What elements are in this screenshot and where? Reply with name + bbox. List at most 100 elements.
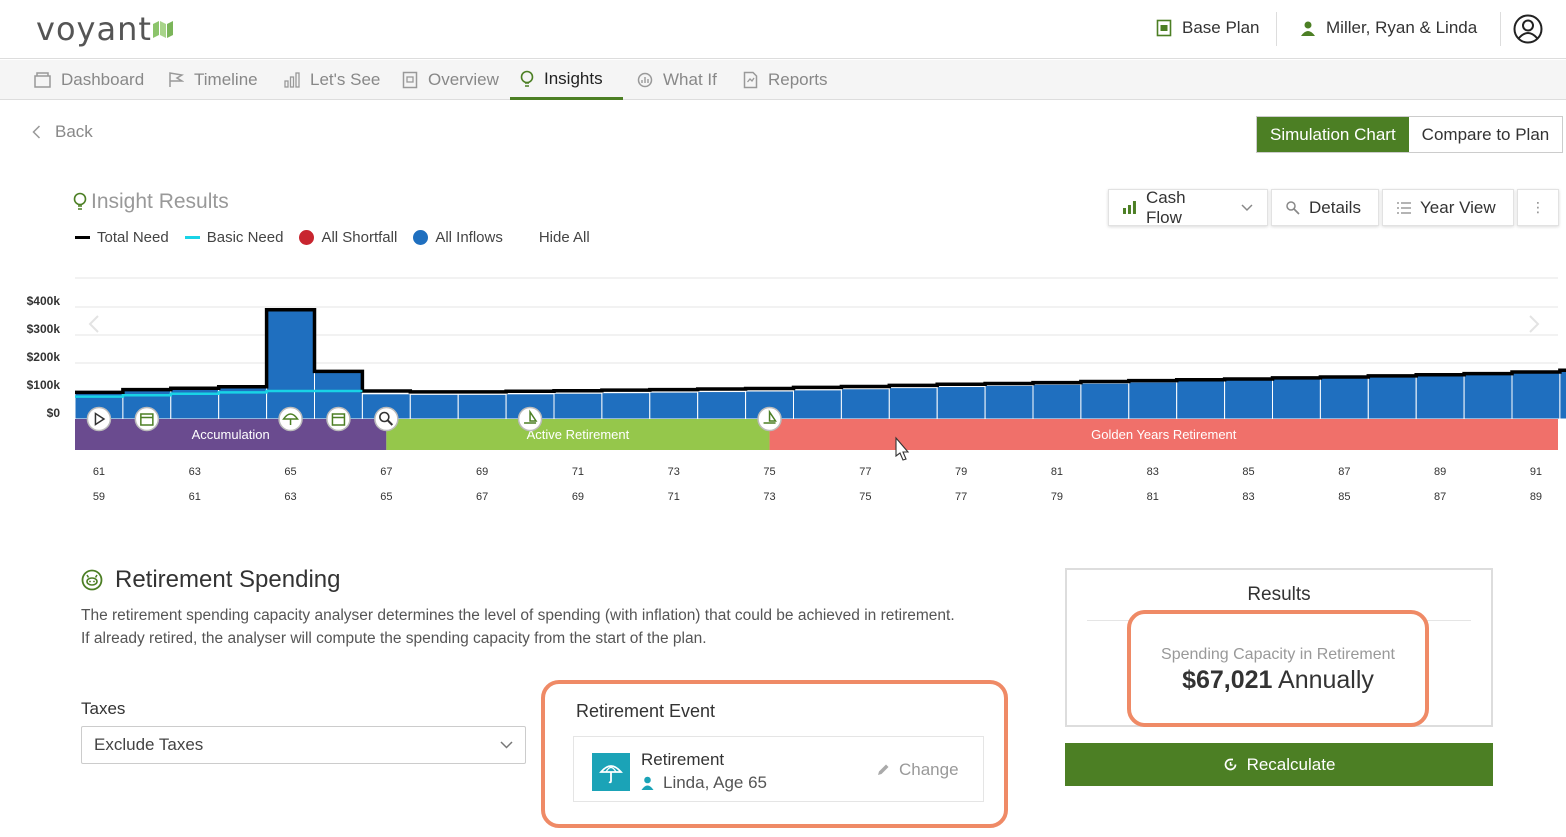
inflow-bar[interactable] — [1224, 379, 1273, 420]
inflow-bar[interactable] — [840, 388, 890, 420]
tab-what-if[interactable]: What If — [627, 60, 727, 100]
change-event-button[interactable]: Change — [876, 760, 959, 780]
header-divider-2 — [1500, 12, 1501, 46]
age-label-row1: 77 — [859, 466, 871, 478]
cash-flow-dropdown[interactable]: Cash Flow — [1108, 188, 1268, 227]
age-label-row2: 81 — [1147, 491, 1159, 503]
sailboat-icon[interactable] — [517, 406, 543, 432]
list-icon — [1397, 201, 1411, 214]
retirement-spending-title: Retirement Spending — [81, 566, 340, 594]
age-label-row2: 89 — [1530, 491, 1542, 503]
inflow-bar[interactable] — [1176, 380, 1226, 420]
more-options-button[interactable]: ⋮ — [1517, 189, 1559, 226]
tab-label: Reports — [768, 70, 828, 89]
legend-dot-swatch — [413, 230, 429, 245]
inflow-bar[interactable] — [1367, 375, 1417, 420]
plan-selector[interactable]: Base Plan — [1156, 18, 1260, 38]
piggy-bank-icon — [81, 569, 103, 591]
taxes-selected-value: Exclude Taxes — [94, 735, 204, 754]
calendar-icon[interactable] — [134, 406, 160, 432]
year-view-button[interactable]: Year View — [1382, 189, 1514, 226]
capacity-amount: $67,021 — [1182, 666, 1273, 694]
inflow-bar[interactable] — [1463, 373, 1513, 420]
inflow-bar[interactable] — [1080, 382, 1130, 420]
age-label-row1: 63 — [189, 466, 201, 478]
legend-line-swatch — [75, 236, 90, 239]
inflow-bar[interactable] — [457, 393, 507, 420]
inflow-bar[interactable] — [1272, 378, 1321, 420]
hide-all-link[interactable]: Hide All — [539, 229, 590, 246]
legend-basic-need[interactable]: Basic Need — [184, 229, 284, 246]
lightbulb-icon — [73, 192, 87, 210]
taxes-select[interactable]: Exclude Taxes — [81, 726, 526, 764]
inflow-bar[interactable] — [553, 392, 603, 420]
pencil-icon — [878, 764, 889, 775]
sailboat-icon[interactable] — [757, 406, 782, 432]
age-label-row2: 69 — [572, 491, 584, 503]
app-logo[interactable]: voyant — [36, 10, 152, 48]
inflow-bar[interactable] — [697, 391, 747, 420]
legend-label: Basic Need — [206, 229, 284, 246]
back-link[interactable]: Back — [32, 122, 93, 142]
inflow-bar[interactable] — [1319, 377, 1369, 420]
tab-label: Overview — [428, 70, 499, 89]
details-button[interactable]: Details — [1271, 189, 1379, 226]
age-label-row1: 61 — [93, 466, 105, 478]
legend-all-shortfall[interactable]: All Shortfall — [299, 229, 397, 246]
user-account-icon[interactable] — [1513, 14, 1543, 44]
details-label: Details — [1309, 197, 1361, 217]
inflow-bar[interactable] — [1559, 370, 1566, 420]
age-label-row2: 61 — [189, 491, 201, 503]
simulation-chart-button[interactable]: Simulation Chart — [1257, 117, 1409, 152]
tab-reports[interactable]: Reports — [733, 60, 838, 100]
age-label-row1: 89 — [1434, 466, 1446, 478]
y-tick-label: $400k — [27, 294, 61, 308]
chart-prev-arrow-icon[interactable] — [88, 315, 99, 333]
umbrella-icon[interactable] — [278, 406, 303, 432]
compare-to-plan-button[interactable]: Compare to Plan — [1408, 117, 1563, 152]
age-label-row1: 65 — [284, 466, 296, 478]
inflow-bar[interactable] — [1511, 372, 1561, 420]
tab-lets-see[interactable]: Let's See — [274, 60, 390, 100]
client-selector[interactable]: Miller, Ryan & Linda — [1300, 18, 1477, 38]
age-label-row2: 75 — [859, 491, 871, 503]
legend-all-inflows[interactable]: All Inflows — [413, 229, 503, 246]
person-icon — [641, 776, 654, 790]
inflow-bar[interactable] — [984, 384, 1034, 420]
age-label-row2: 73 — [763, 491, 775, 503]
inflow-bar[interactable] — [888, 387, 938, 420]
search-icon — [1286, 200, 1300, 215]
results-title: Results — [1247, 584, 1311, 605]
recalculate-label: Recalculate — [1246, 754, 1336, 774]
inflow-bar[interactable] — [1415, 374, 1465, 420]
inflow-bar[interactable] — [1128, 381, 1178, 420]
inflow-bar[interactable] — [266, 309, 316, 420]
inflow-bar[interactable] — [793, 389, 842, 420]
age-label-row1: 69 — [476, 466, 488, 478]
chart-next-arrow-icon[interactable] — [1529, 315, 1540, 333]
legend-dot-swatch — [299, 230, 315, 245]
recalculate-button[interactable]: Recalculate — [1065, 743, 1493, 786]
age-label-row1: 85 — [1242, 466, 1254, 478]
legend-line-swatch — [184, 236, 200, 239]
inflow-bar[interactable] — [1032, 383, 1082, 420]
legend-total-need[interactable]: Total Need — [75, 229, 169, 246]
tab-dashboard[interactable]: Dashboard — [24, 60, 154, 100]
inflow-bar[interactable] — [936, 386, 986, 420]
chevron-down-icon — [1241, 203, 1253, 211]
inflow-bar[interactable] — [601, 392, 651, 420]
umbrella-icon — [592, 753, 630, 791]
tab-timeline[interactable]: Timeline — [158, 60, 268, 100]
spending-capacity-highlight: Spending Capacity in Retirement $67,021 … — [1127, 610, 1429, 727]
capacity-period: Annually — [1278, 666, 1374, 694]
tab-overview[interactable]: Overview — [392, 60, 509, 100]
play-icon[interactable] — [86, 406, 112, 432]
calendar-icon[interactable] — [326, 406, 351, 432]
age-label-row1: 83 — [1147, 466, 1159, 478]
tab-insights[interactable]: Insights — [510, 60, 623, 100]
inflow-bar[interactable] — [649, 391, 699, 420]
age-label-row1: 81 — [1051, 466, 1063, 478]
age-label-row1: 87 — [1338, 466, 1350, 478]
inflow-bar[interactable] — [409, 393, 459, 420]
magnify-icon[interactable] — [374, 406, 399, 432]
